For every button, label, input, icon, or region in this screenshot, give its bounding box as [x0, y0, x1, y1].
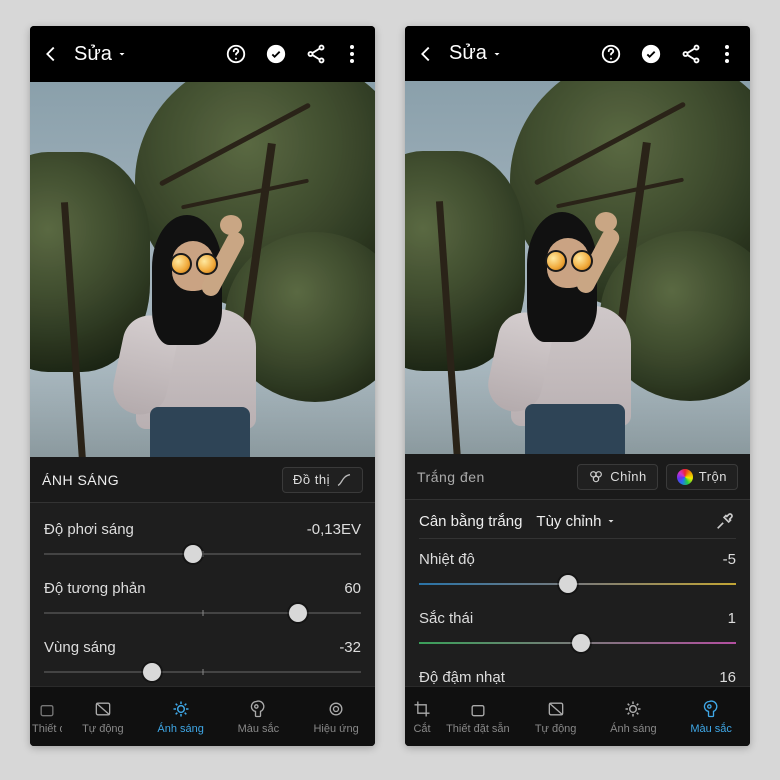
bottom-nav: Cắt Thiết đặt sẵn Tự động Ánh sáng Màu s…: [405, 686, 750, 746]
mix-label: Trộn: [699, 469, 727, 484]
header-title[interactable]: Sửa: [449, 42, 487, 65]
color-panel: Trắng đen Chỉnh Trộn Cân bằng trắng Tùy …: [405, 454, 750, 746]
slider-row: Độ tương phản 60: [44, 568, 361, 627]
tab-presets[interactable]: Thiết đặt sẵn: [30, 698, 64, 735]
tab-color[interactable]: Màu sắc: [672, 698, 750, 735]
check-circle-icon[interactable]: [265, 43, 287, 65]
slider-row: Độ đậm nhạt 16: [419, 657, 736, 686]
more-icon[interactable]: [345, 43, 359, 65]
slider-value: -32: [339, 639, 361, 656]
phone-right: Sửa Trắng đen Chỉnh: [405, 26, 750, 746]
tab-color[interactable]: Màu sắc: [220, 698, 298, 735]
wb-label: Cân bằng trắng: [419, 513, 522, 530]
slider-knob: [184, 545, 202, 563]
dropdown-icon[interactable]: [116, 46, 128, 62]
slider-knob: [572, 634, 590, 652]
slider-row: Sắc thái 1: [419, 598, 736, 657]
slider-value: -0,13EV: [307, 521, 361, 538]
more-icon[interactable]: [720, 43, 734, 65]
header-title[interactable]: Sửa: [74, 43, 112, 66]
eyedropper-icon[interactable]: [714, 510, 736, 532]
slider-label: Vùng sáng: [44, 639, 116, 656]
share-icon[interactable]: [680, 43, 702, 65]
tab-light[interactable]: Ánh sáng: [142, 698, 220, 735]
slider-track[interactable]: [419, 633, 736, 653]
adjust-label: Chỉnh: [610, 469, 646, 484]
panel-title: ÁNH SÁNG: [42, 472, 119, 488]
slider-label: Nhiệt độ: [419, 551, 475, 568]
slider-label: Sắc thái: [419, 610, 473, 627]
tab-crop[interactable]: Cắt: [405, 698, 439, 735]
slider-knob: [559, 575, 577, 593]
slider-knob: [289, 604, 307, 622]
slider-label: Độ tương phản: [44, 580, 146, 597]
slider-label: Độ đậm nhạt: [419, 669, 505, 686]
wb-dropdown[interactable]: Tùy chỉnh: [536, 513, 617, 530]
slider-value: -5: [723, 551, 736, 568]
top-bar: Sửa: [30, 26, 375, 82]
photo-preview[interactable]: [405, 81, 750, 454]
graph-label: Đồ thị: [293, 472, 330, 487]
tab-light[interactable]: Ánh sáng: [595, 698, 673, 735]
dropdown-icon[interactable]: [491, 46, 503, 62]
slider-row: Độ phơi sáng -0,13EV: [44, 509, 361, 568]
bw-toggle[interactable]: Trắng đen: [417, 469, 485, 485]
slider-track[interactable]: [44, 544, 361, 564]
slider-value: 1: [728, 610, 736, 627]
tab-auto[interactable]: Tự động: [517, 698, 595, 735]
tab-auto[interactable]: Tự động: [64, 698, 142, 735]
share-icon[interactable]: [305, 43, 327, 65]
help-icon[interactable]: [600, 43, 622, 65]
tab-effects[interactable]: Hiệu ứng: [297, 698, 375, 735]
color-ring-icon: [677, 469, 693, 485]
help-icon[interactable]: [225, 43, 247, 65]
check-circle-icon[interactable]: [640, 43, 662, 65]
slider-value: 16: [719, 669, 736, 686]
slider-track[interactable]: [44, 603, 361, 623]
slider-row: Nhiệt độ -5: [419, 539, 736, 598]
mix-button[interactable]: Trộn: [666, 464, 738, 490]
back-icon[interactable]: [40, 43, 62, 65]
slider-list: Độ phơi sáng -0,13EV Độ tương phản 60 Vùng…: [30, 503, 375, 686]
slider-knob: [143, 663, 161, 681]
slider-track[interactable]: [419, 574, 736, 594]
light-panel: ÁNH SÁNG Đồ thị Độ phơi sáng -0,13EV Độ t…: [30, 457, 375, 746]
bottom-nav: Thiết đặt sẵn Tự động Ánh sáng Màu sắc H…: [30, 686, 375, 746]
slider-list: Nhiệt độ -5 Sắc thái 1 Độ đậm nhạt 16: [405, 539, 750, 686]
adjust-button[interactable]: Chỉnh: [577, 464, 657, 490]
tab-presets[interactable]: Thiết đặt sẵn: [439, 698, 517, 735]
top-bar: Sửa: [405, 26, 750, 81]
back-icon[interactable]: [415, 43, 437, 65]
phone-left: Sửa: [30, 26, 375, 746]
slider-row: Vùng sáng -32: [44, 627, 361, 686]
photo-preview[interactable]: [30, 82, 375, 457]
slider-value: 60: [344, 580, 361, 597]
slider-track[interactable]: [44, 662, 361, 682]
graph-button[interactable]: Đồ thị: [282, 467, 363, 493]
slider-label: Độ phơi sáng: [44, 521, 134, 538]
